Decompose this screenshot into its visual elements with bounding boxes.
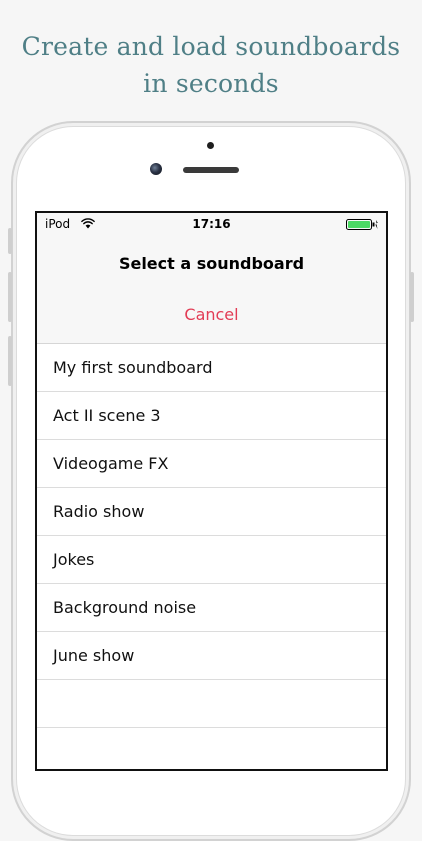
cancel-button[interactable]: Cancel xyxy=(37,305,386,324)
battery-icon xyxy=(346,219,378,230)
list-item-background-noise[interactable]: Background noise xyxy=(37,584,386,632)
front-camera xyxy=(150,163,162,175)
proximity-sensor xyxy=(207,142,214,149)
headline-line-2: in seconds xyxy=(143,69,279,98)
list-item-radio-show[interactable]: Radio show xyxy=(37,488,386,536)
status-time: 17:16 xyxy=(192,217,231,231)
marketing-headline: Create and load soundboards in seconds xyxy=(0,28,422,102)
list-item-act-ii-scene-3[interactable]: Act II scene 3 xyxy=(37,392,386,440)
app-view: iPod 17:16 Select a soundboard Cancel My… xyxy=(37,213,386,769)
headline-line-1: Create and load soundboards xyxy=(21,32,401,61)
list-item-jokes[interactable]: Jokes xyxy=(37,536,386,584)
status-bar: iPod 17:16 xyxy=(37,213,386,235)
phone-power-button xyxy=(410,272,414,322)
list-item-my-first-soundboard[interactable]: My first soundboard xyxy=(37,344,386,392)
phone-screen: iPod 17:16 Select a soundboard Cancel My… xyxy=(35,211,388,771)
phone-volume-up xyxy=(8,272,12,322)
list-item-empty xyxy=(37,680,386,728)
soundboard-list: My first soundboard Act II scene 3 Video… xyxy=(37,344,386,769)
list-item-videogame-fx[interactable]: Videogame FX xyxy=(37,440,386,488)
earpiece-speaker xyxy=(183,167,239,173)
list-item-june-show[interactable]: June show xyxy=(37,632,386,680)
phone-side-button xyxy=(8,228,12,254)
sheet-title: Select a soundboard xyxy=(118,254,305,273)
action-sheet-header: Select a soundboard Cancel xyxy=(37,235,386,344)
phone-volume-down xyxy=(8,336,12,386)
